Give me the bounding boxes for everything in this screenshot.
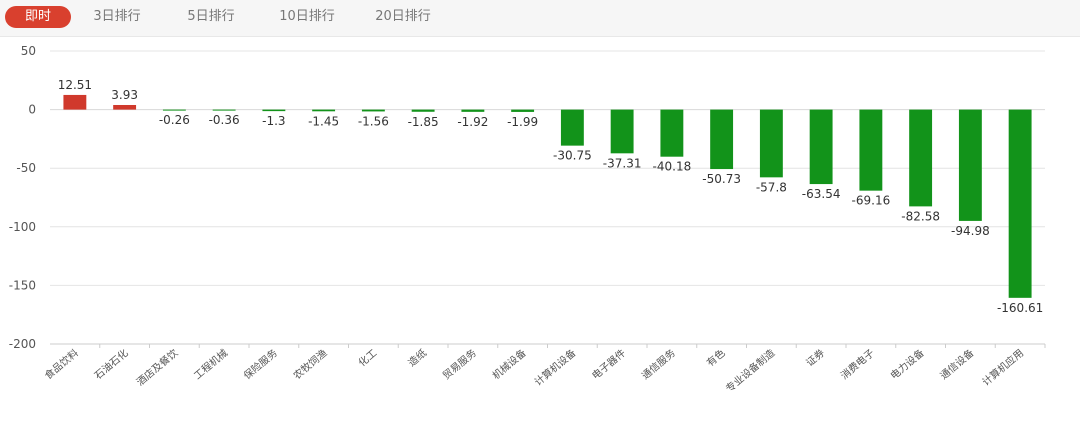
y-tick-label: 0 xyxy=(28,103,36,117)
bar xyxy=(63,94,87,110)
category-label: 工程机械 xyxy=(191,346,230,382)
bar-value-label: -1.45 xyxy=(308,114,339,128)
bar-value-label: -37.31 xyxy=(603,156,642,170)
bar-value-label: -1.92 xyxy=(457,115,488,129)
y-tick-label: 50 xyxy=(21,44,36,58)
bar-value-label: -57.8 xyxy=(756,180,787,194)
bar xyxy=(759,109,783,178)
category-label: 保险服务 xyxy=(241,346,280,382)
category-label: 专业设备制造 xyxy=(723,346,777,395)
bar-value-label: -0.36 xyxy=(209,113,240,127)
bar xyxy=(411,109,435,112)
bar-chart: 50 0 -50 -100 -150 -200 12.51 食品饮料 3.93 石油石化 -0.26… xyxy=(9,44,1046,395)
bar xyxy=(461,109,485,112)
bar xyxy=(262,109,286,112)
tab-realtime[interactable]: 即时 xyxy=(5,6,71,28)
bar-value-label: -30.75 xyxy=(553,149,592,163)
category-label: 酒店及餐饮 xyxy=(134,346,181,388)
bar xyxy=(909,109,933,207)
bar xyxy=(809,109,833,185)
y-tick-label: -150 xyxy=(9,278,36,292)
bar-value-label: -1.3 xyxy=(262,114,285,128)
bar xyxy=(361,109,385,112)
bar xyxy=(113,104,137,110)
y-tick-label: -200 xyxy=(9,337,36,351)
category-label: 食品饮料 xyxy=(42,346,81,382)
bar xyxy=(312,109,336,112)
bar-value-label: -0.26 xyxy=(159,113,190,127)
y-tick-label: -100 xyxy=(9,220,36,234)
category-label: 造纸 xyxy=(405,346,429,369)
category-label: 消费电子 xyxy=(838,346,877,382)
category-label: 化工 xyxy=(356,346,380,369)
tab-3day-ranking[interactable]: 3日排行 xyxy=(82,6,152,28)
bar xyxy=(511,109,535,112)
bar-value-label: -40.18 xyxy=(653,160,692,174)
category-label: 农牧饲渔 xyxy=(291,346,330,382)
bar xyxy=(610,109,634,154)
bar-value-label: -69.16 xyxy=(852,194,891,208)
tab-10day-ranking[interactable]: 10日排行 xyxy=(268,6,346,28)
bar-value-label: -160.61 xyxy=(997,301,1043,315)
category-label: 石油石化 xyxy=(92,346,131,382)
category-label: 贸易服务 xyxy=(440,346,479,382)
bar xyxy=(710,109,734,170)
bar xyxy=(162,109,186,111)
bar-value-label: 3.93 xyxy=(111,88,138,102)
category-label: 证券 xyxy=(803,346,827,369)
bar xyxy=(859,109,883,191)
bar-value-label: -63.54 xyxy=(802,187,841,201)
bar xyxy=(1008,109,1032,298)
tab-20day-ranking[interactable]: 20日排行 xyxy=(364,6,442,28)
bar xyxy=(958,109,982,221)
bar-value-label: -1.56 xyxy=(358,114,389,128)
category-label: 通信服务 xyxy=(639,346,678,382)
bar xyxy=(660,109,684,157)
category-label: 电力设备 xyxy=(888,346,927,382)
bar-value-label: -94.98 xyxy=(951,224,990,238)
category-label: 计算机设备 xyxy=(532,346,579,388)
y-tick-label: -50 xyxy=(16,161,36,175)
bar xyxy=(212,109,236,111)
tab-bar: 即时 3日排行 5日排行 10日排行 20日排行 xyxy=(0,0,1080,37)
category-label: 计算机应用 xyxy=(979,346,1026,388)
bar-value-label: -50.73 xyxy=(702,172,741,186)
bar xyxy=(560,109,584,146)
category-label: 电子器件 xyxy=(589,346,628,382)
category-label: 有色 xyxy=(704,346,728,369)
bar-value-label: -82.58 xyxy=(901,209,940,223)
bar-value-label: -1.85 xyxy=(408,115,439,129)
category-label: 通信设备 xyxy=(937,346,976,382)
bar-value-label: 12.51 xyxy=(58,78,92,92)
category-label: 机械设备 xyxy=(490,346,529,382)
bar-value-label: -1.99 xyxy=(507,115,538,129)
tab-5day-ranking[interactable]: 5日排行 xyxy=(176,6,246,28)
